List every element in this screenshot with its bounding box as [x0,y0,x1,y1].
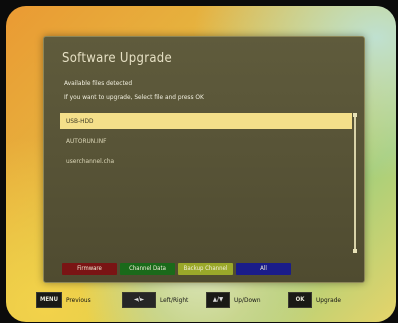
firmware-button[interactable]: Firmware [62,263,117,275]
file-list-scrollbar[interactable] [353,113,357,253]
up-down-key[interactable]: ▲/▼ [206,292,230,308]
instruction-line-1: Available files detected [64,79,133,87]
help-up-down: ▲/▼ Up/Down [206,290,261,310]
file-list: USB-HDD AUTORUN.INF userchannel.cha [60,113,352,253]
dialog-title: Software Upgrade [62,51,173,66]
file-item-autorun[interactable]: AUTORUN.INF [60,133,352,149]
menu-key[interactable]: MENU [36,292,62,308]
left-right-label: Left/Right [160,296,189,304]
help-previous: MENU Previous [36,290,91,310]
backup-channel-button[interactable]: Backup Channel [178,263,233,275]
left-right-arrow-icon: ◄/► [133,296,145,303]
file-item-userchannel[interactable]: userchannel.cha [60,153,352,169]
upgrade-label: Upgrade [316,296,342,304]
previous-label: Previous [65,296,91,304]
color-button-bar: Firmware Channel Data Backup Channel All [62,263,291,275]
help-upgrade: OK Upgrade [288,290,341,310]
up-down-label: Up/Down [234,296,261,304]
file-item-usb-hdd[interactable]: USB-HDD [60,113,352,129]
help-left-right: ◄/► Left/Right [122,290,188,310]
channel-data-button[interactable]: Channel Data [120,263,175,275]
software-upgrade-dialog: Software Upgrade Available files detecte… [43,36,365,283]
all-button[interactable]: All [236,263,291,275]
left-right-key[interactable]: ◄/► [122,292,156,308]
ok-key[interactable]: OK [288,292,312,308]
tv-screen: Software Upgrade Available files detecte… [6,6,396,322]
up-down-arrow-icon: ▲/▼ [212,296,224,303]
instruction-line-2: If you want to upgrade, Select file and … [64,93,204,101]
footer-help-bar: MENU Previous ◄/► Left/Right ▲/▼ Up/Down… [36,290,366,310]
